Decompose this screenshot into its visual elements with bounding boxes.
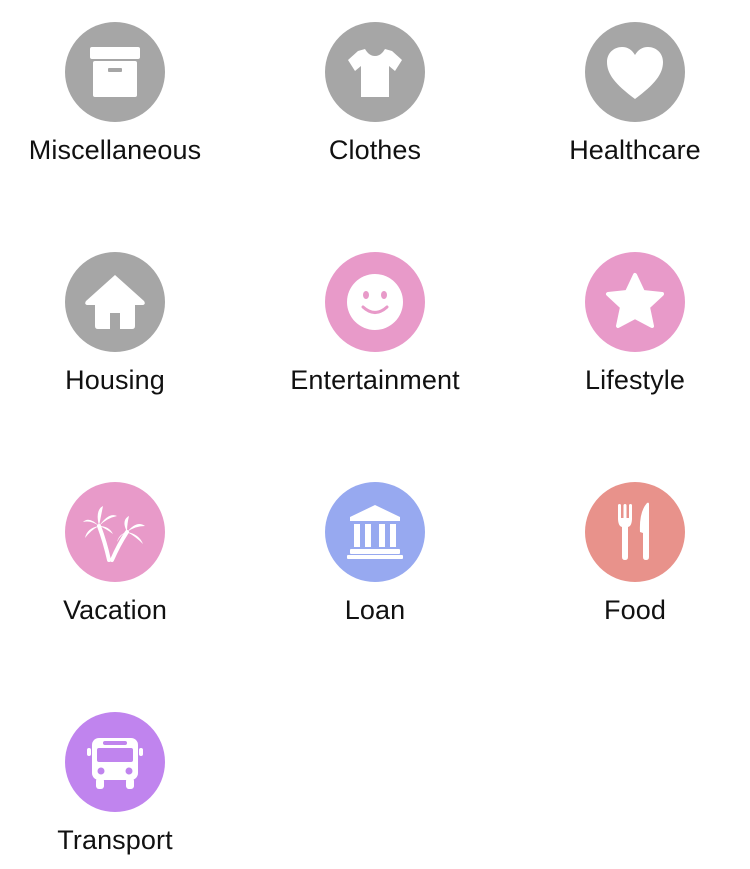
category-clothes[interactable]: Clothes [245, 0, 505, 170]
category-label: Loan [344, 595, 406, 625]
star-icon [606, 273, 664, 328]
category-label: Clothes [328, 135, 422, 165]
smiley-icon [347, 274, 403, 330]
category-circle [65, 252, 165, 352]
category-lifestyle[interactable]: Lifestyle [505, 230, 750, 400]
category-circle [325, 482, 425, 582]
category-housing[interactable]: Housing [0, 230, 245, 400]
category-vacation[interactable]: Vacation [0, 460, 245, 630]
house-icon [85, 275, 145, 329]
category-food[interactable]: Food [505, 460, 750, 630]
category-circle [65, 482, 165, 582]
category-loan[interactable]: Loan [245, 460, 505, 630]
category-label: Vacation [63, 595, 167, 625]
heart-icon [607, 47, 663, 99]
category-label: Healthcare [569, 135, 701, 165]
fork-knife-icon [618, 502, 649, 560]
category-label: Housing [65, 365, 165, 395]
category-label: Transport [57, 825, 173, 855]
category-circle [325, 22, 425, 122]
bank-icon [347, 505, 403, 559]
category-label: Entertainment [290, 365, 460, 395]
category-healthcare[interactable]: Healthcare [505, 0, 750, 170]
category-circle [65, 712, 165, 812]
category-label: Lifestyle [585, 365, 685, 395]
category-circle [585, 252, 685, 352]
category-label: Miscellaneous [28, 135, 202, 165]
palm-trees-icon [83, 506, 145, 562]
archive-box-icon [90, 47, 140, 97]
category-circle [325, 252, 425, 352]
category-transport[interactable]: Transport [0, 690, 245, 860]
category-miscellaneous[interactable]: Miscellaneous [0, 0, 245, 170]
category-grid: Miscellaneous Clothes Healthcare Housing [0, 0, 750, 869]
category-circle [65, 22, 165, 122]
category-entertainment[interactable]: Entertainment [245, 230, 505, 400]
category-circle [585, 22, 685, 122]
bus-icon [87, 738, 143, 789]
category-circle [585, 482, 685, 582]
category-label: Food [604, 595, 666, 625]
t-shirt-icon [348, 49, 402, 97]
